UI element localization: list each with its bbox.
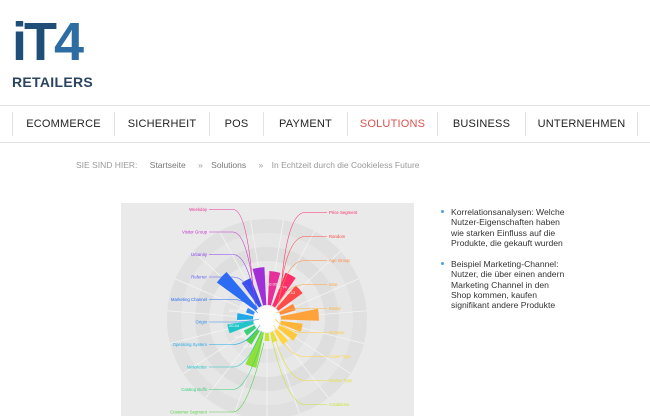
logo-mark: iT4 <box>12 12 84 72</box>
bar-value-label: 20.44 <box>229 323 240 328</box>
breadcrumb: SIE SIND HIER: Startseite » Solutions » … <box>76 160 424 170</box>
left-axis-label: Newsletter <box>187 365 208 370</box>
logo-four: 4 <box>54 12 84 72</box>
left-axis-label: Operating System <box>173 342 208 347</box>
logo-it: iT <box>12 12 57 72</box>
right-axis-label: Price Segment <box>329 210 358 215</box>
right-axis-label: Size <box>329 282 338 287</box>
bullet-text: Korrelationsanalysen: Welche Nutzer-Eige… <box>451 207 565 248</box>
nav-item-unternehmen[interactable]: UNTERNEHMEN <box>526 106 637 142</box>
right-axis-label: Random <box>329 234 346 239</box>
logo-subtitle: RETAILERS <box>12 74 93 90</box>
breadcrumb-separator: » <box>258 160 264 170</box>
correlation-radial-chart-image: 10.03 26.74 38.13 20.44 15.03 10.91 12.44 Weekd… <box>121 203 414 416</box>
nav-item-payment[interactable]: PAYMENT <box>264 106 347 142</box>
breadcrumb-current: In Echtzeit durch die Cookieless Future <box>271 160 420 170</box>
nav-item-ecommerce[interactable]: ECOMMERCE <box>13 106 114 142</box>
bullet-dot-icon <box>441 262 444 266</box>
right-axis-label: Device Type <box>329 378 353 383</box>
main-navigation: ECOMMERCE SICHERHEIT POS PAYMENT SOLUTIO… <box>0 105 650 143</box>
left-axis-label: Weekday <box>189 207 208 212</box>
breadcrumb-prefix: SIE SIND HIER: <box>76 160 138 170</box>
right-axis-label: Conditions <box>329 402 349 407</box>
right-axis-label: Age Group <box>329 258 350 263</box>
bar-value-label: 12.44 <box>243 343 254 348</box>
bullet-text: Beispiel Marketing-Channel: Nutzer, die … <box>451 259 565 311</box>
site-logo[interactable]: iT4 RETAILERS <box>12 12 93 92</box>
nav-item-solutions[interactable]: SOLUTIONS <box>348 106 437 142</box>
nav-item-pos[interactable]: POS <box>210 106 263 142</box>
nav-divider <box>637 112 638 136</box>
breadcrumb-separator: » <box>198 160 203 170</box>
bullet-dot-icon <box>441 210 444 213</box>
right-axis-label: Browser <box>329 330 345 335</box>
left-axis-label: Marketing Channel <box>171 297 207 302</box>
feature-bullet-list: Korrelationsanalysen: Welche Nutzer-Eige… <box>441 207 571 322</box>
bar-value-label: 15.03 <box>229 308 240 313</box>
breadcrumb-solutions-link[interactable]: Solutions <box>211 160 246 170</box>
left-axis-label: Catalog Buffs <box>181 387 207 392</box>
right-axis-label: Cover Type <box>329 354 352 359</box>
left-axis-label: Visitor Group <box>182 230 208 235</box>
bullet-item: Beispiel Marketing-Channel: Nutzer, die … <box>441 259 571 310</box>
left-axis-label: Customer Segment <box>170 410 208 415</box>
right-axis-label: Brand <box>329 306 341 311</box>
breadcrumb-home-link[interactable]: Startseite <box>150 160 186 170</box>
nav-item-sicherheit[interactable]: SICHERHEIT <box>115 106 209 142</box>
bar-value-label: 10.91 <box>234 334 245 339</box>
bullet-item: Korrelationsanalysen: Welche Nutzer-Eige… <box>441 207 571 248</box>
radial-chart-svg: 10.0326.7438.1320.4415.0310.9112.44Weekd… <box>167 207 367 416</box>
left-axis-label: Origin <box>196 320 208 325</box>
nav-item-business[interactable]: BUSINESS <box>438 106 525 142</box>
left-axis-label: Urbanity <box>191 252 208 257</box>
left-axis-label: Referrer <box>191 275 207 280</box>
